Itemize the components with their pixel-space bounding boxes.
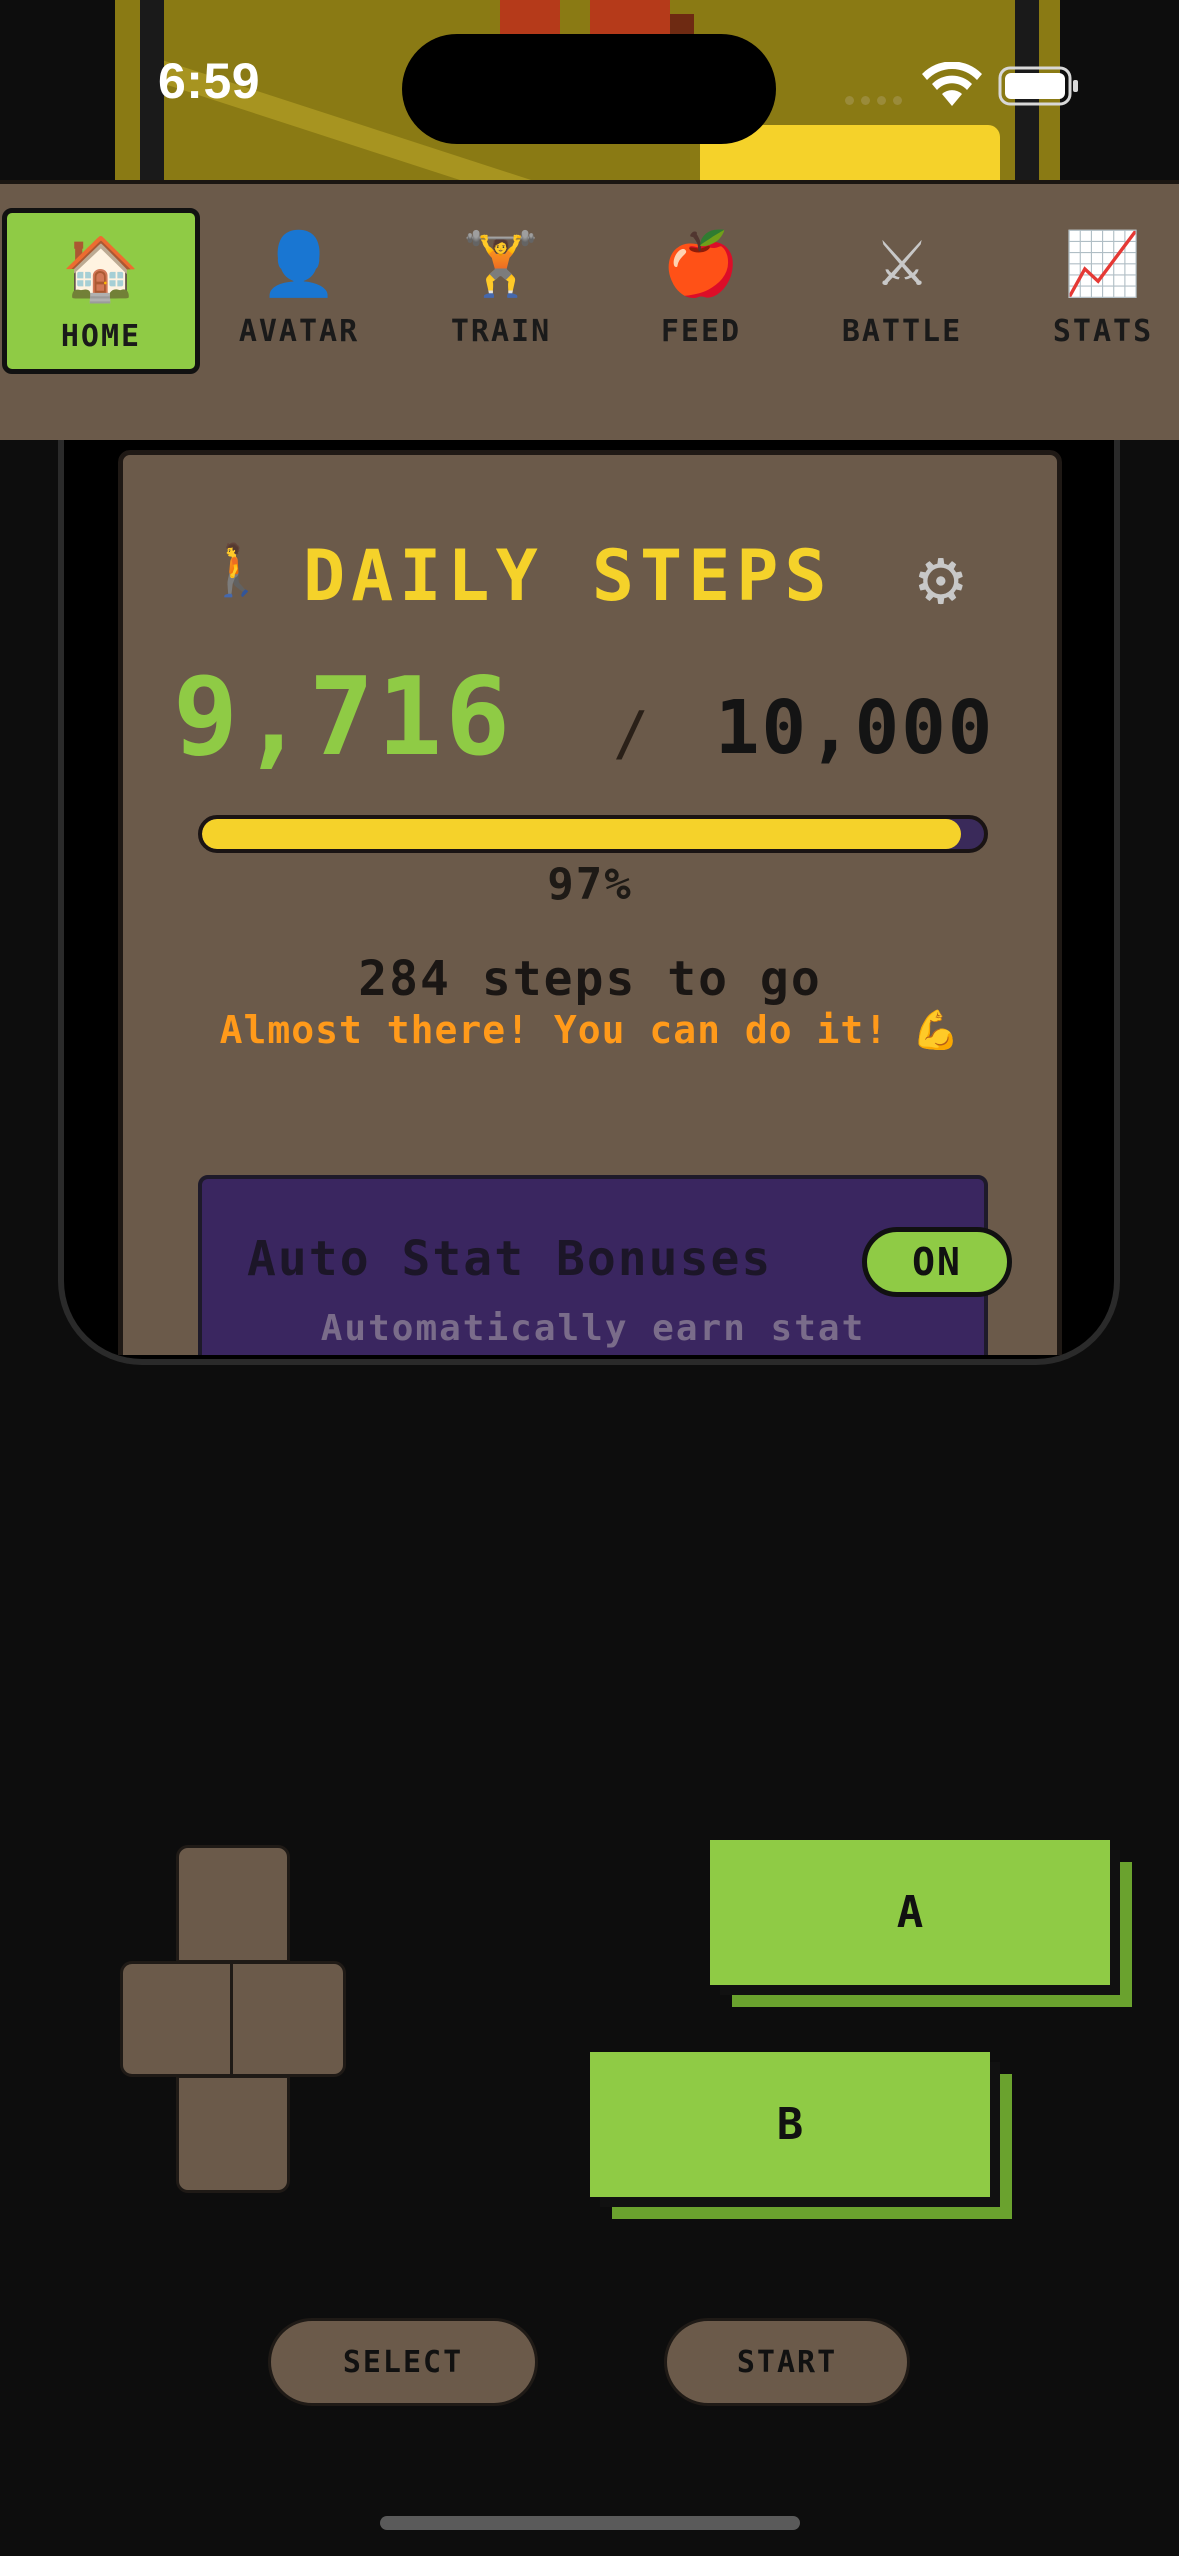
progress-percent: 97% — [547, 859, 633, 910]
step-count: 9,716 / 10,000 — [123, 655, 1057, 780]
dynamic-island — [402, 34, 776, 144]
status-time: 6:59 — [158, 53, 261, 109]
select-button[interactable]: SELECT — [268, 2318, 538, 2406]
daily-steps-title: DAILY STEPS — [303, 535, 833, 617]
tab-bar: 🏠 HOME 👤 AVATAR 🏋 TRAIN 🍎 FEED ⚔ BATTLE … — [0, 180, 1179, 440]
battery-icon — [998, 66, 1078, 106]
d-pad — [120, 1845, 346, 2193]
gear-icon[interactable]: ⚙ — [913, 545, 969, 618]
b-button[interactable]: B — [590, 2052, 990, 2197]
person-icon: 👤 — [260, 227, 338, 300]
chart-icon: 📈 — [1064, 227, 1142, 300]
tab-stats[interactable]: 📈 STATS — [1004, 208, 1179, 374]
content-scroll-area[interactable]: 🚶 DAILY STEPS ⚙ 9,716 / 10,000 97% 284 s… — [118, 450, 1062, 1355]
auto-stat-bonuses-panel: Auto Stat Bonuses ON Automatically earn … — [198, 1175, 1012, 1355]
house-icon: 🏠 — [62, 232, 140, 305]
walking-person-icon: 🚶 — [205, 541, 268, 599]
tab-battle[interactable]: ⚔ BATTLE — [803, 208, 1001, 374]
goal-steps: 10,000 — [715, 685, 995, 771]
tab-label: BATTLE — [841, 314, 963, 349]
encouragement-text: Almost there! You can do it! 💪 — [219, 1008, 961, 1052]
status-bar: 6:59 — [0, 0, 1179, 175]
tab-home[interactable]: 🏠 HOME — [2, 208, 200, 374]
count-separator: / — [613, 699, 650, 769]
a-button[interactable]: A — [710, 1840, 1110, 1985]
start-button[interactable]: START — [664, 2318, 910, 2406]
steps-progress-fill — [202, 819, 961, 849]
tab-label: HOME — [60, 319, 142, 354]
steps-progress-bar — [198, 815, 988, 853]
apple-icon: 🍎 — [662, 227, 740, 300]
tab-label: AVATAR — [238, 314, 360, 349]
cellular-signal-icon — [845, 96, 902, 105]
dumbbell-icon: 🏋 — [462, 227, 540, 300]
tab-label: STATS — [1052, 314, 1154, 349]
auto-bonus-description: Automatically earn stat — [320, 1308, 866, 1349]
dpad-left-button[interactable] — [120, 1961, 236, 2077]
tab-label: TRAIN — [450, 314, 552, 349]
tab-train[interactable]: 🏋 TRAIN — [402, 208, 600, 374]
current-steps: 9,716 — [173, 655, 514, 780]
dpad-up-button[interactable] — [176, 1845, 290, 1963]
steps-header: 🚶 DAILY STEPS ⚙ — [123, 535, 1057, 618]
daily-steps-card: 🚶 DAILY STEPS ⚙ 9,716 / 10,000 97% 284 s… — [118, 450, 1062, 1355]
wifi-icon — [922, 62, 982, 106]
crossed-swords-icon: ⚔ — [874, 227, 930, 300]
steps-remaining: 284 steps to go — [358, 951, 822, 1007]
tab-feed[interactable]: 🍎 FEED — [602, 208, 800, 374]
tab-avatar[interactable]: 👤 AVATAR — [200, 208, 398, 374]
auto-bonus-title: Auto Stat Bonuses — [247, 1231, 773, 1287]
dpad-down-button[interactable] — [176, 2075, 290, 2193]
tab-label: FEED — [660, 314, 742, 349]
dpad-right-button[interactable] — [230, 1961, 346, 2077]
home-indicator[interactable] — [380, 2516, 800, 2530]
auto-bonus-toggle[interactable]: ON — [862, 1227, 1012, 1297]
